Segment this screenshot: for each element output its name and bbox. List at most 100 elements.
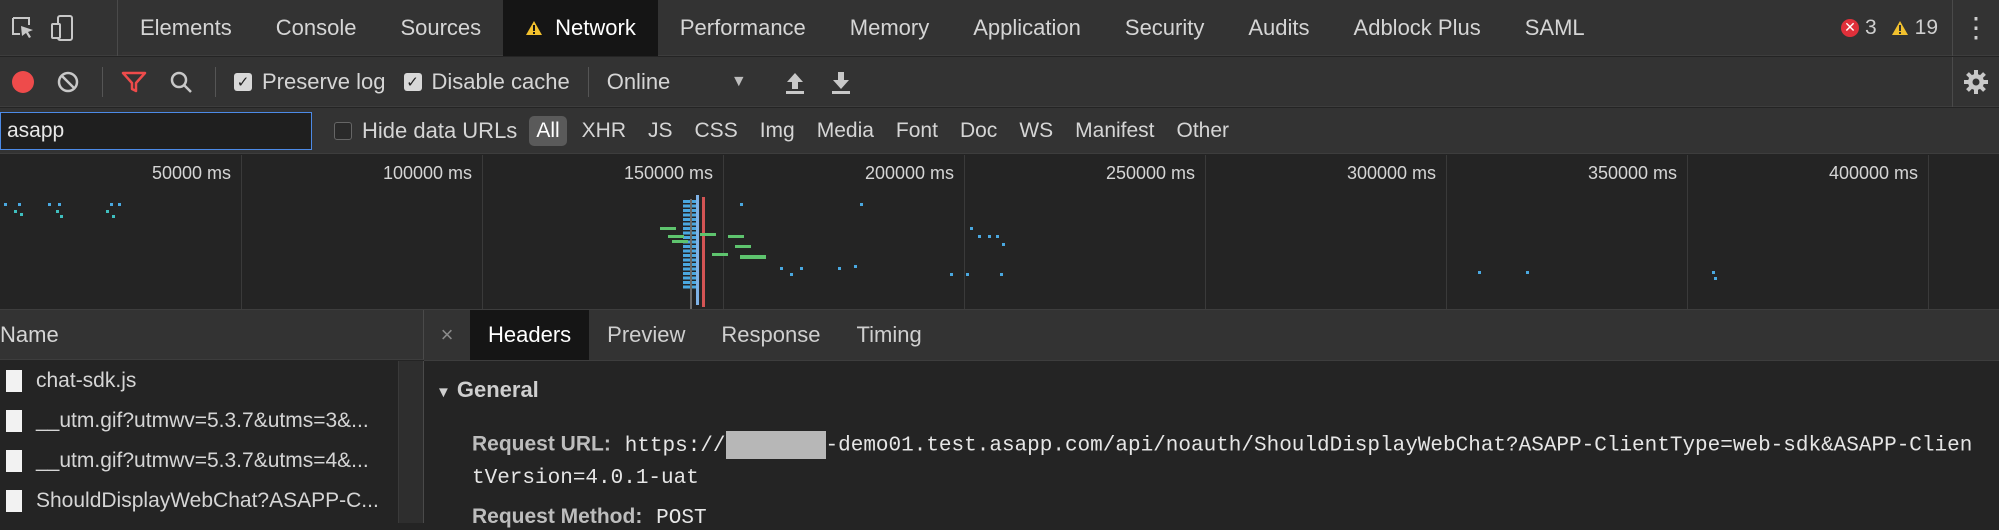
request-url-label: Request URL: [472, 432, 611, 456]
tab-console[interactable]: Console [254, 0, 379, 56]
tab-performance[interactable]: Performance [658, 0, 828, 56]
overview-request-mark [854, 265, 857, 268]
overview-time-label: 300000 ms [1346, 163, 1436, 183]
overview-request-mark [996, 235, 999, 238]
request-list-scrollbar[interactable] [398, 361, 423, 523]
tab-label: Application [973, 14, 1081, 40]
tab-elements[interactable]: Elements [118, 0, 254, 56]
overview-request-mark [988, 235, 991, 238]
filter-icon[interactable] [121, 70, 147, 94]
tab-audits[interactable]: Audits [1226, 0, 1331, 56]
detail-tab-bar: × Headers Preview Response Timing [424, 310, 1999, 361]
filter-type-ws[interactable]: WS [1012, 116, 1060, 146]
tab-label: Network [555, 14, 636, 40]
network-overview[interactable]: 50000 ms 100000 ms 150000 ms 200000 ms 25000… [0, 155, 1999, 310]
table-row[interactable]: chat-sdk.js [0, 361, 423, 401]
overview-request-mark [838, 267, 841, 270]
tab-network[interactable]: Network [503, 0, 658, 56]
caret-down-icon: ▼ [730, 72, 747, 90]
error-count: 3 [1864, 15, 1877, 39]
tab-adblock-plus[interactable]: Adblock Plus [1332, 0, 1503, 56]
overview-request-mark [696, 195, 699, 305]
tab-label: Adblock Plus [1353, 14, 1481, 40]
overview-request-mark [780, 267, 783, 270]
table-row[interactable]: __utm.gif?utmwv=5.3.7&utms=3&... [0, 401, 423, 441]
inspect-element-icon[interactable] [10, 15, 36, 41]
request-method-value: POST [656, 507, 707, 530]
request-name: chat-sdk.js [36, 369, 137, 392]
overview-request-mark [20, 213, 23, 216]
issue-counts[interactable]: ✕ 3 19 [1840, 15, 1938, 40]
filter-input[interactable] [0, 111, 312, 150]
overview-time-label: 250000 ms [1105, 163, 1195, 183]
device-toolbar-icon[interactable] [50, 14, 76, 42]
filter-type-all[interactable]: All [529, 115, 567, 146]
overview-time-label: 50000 ms [151, 163, 231, 183]
search-icon[interactable] [169, 70, 193, 94]
settings-gear-icon[interactable] [1952, 57, 1999, 107]
export-har-icon[interactable] [829, 69, 853, 95]
filter-type-manifest[interactable]: Manifest [1068, 116, 1161, 146]
overview-request-mark [1002, 243, 1005, 246]
overview-time-label: 200000 ms [864, 163, 954, 183]
overview-request-mark [110, 203, 113, 206]
preserve-log-label: Preserve log [262, 68, 386, 94]
tab-saml[interactable]: SAML [1503, 0, 1607, 56]
detail-tab-response[interactable]: Response [703, 310, 838, 360]
general-section-title: General [456, 377, 539, 402]
toolbar-divider [587, 66, 589, 97]
detail-tab-timing[interactable]: Timing [838, 310, 939, 360]
general-section-header[interactable]: ▼ General [436, 377, 539, 403]
filter-type-doc[interactable]: Doc [953, 116, 1004, 146]
overview-request-mark [740, 203, 743, 206]
devtools-tab-bar: Elements Console Sources Network Performance… [0, 0, 1999, 56]
more-options-icon[interactable]: ⋮ [1952, 0, 1999, 56]
overview-request-mark [1526, 271, 1529, 274]
hide-data-urls-checkbox[interactable] [334, 121, 352, 140]
filter-type-img[interactable]: Img [753, 116, 802, 146]
triangle-down-icon: ▼ [436, 384, 451, 401]
filter-type-js[interactable]: JS [641, 116, 680, 146]
overview-request-mark [712, 253, 728, 256]
table-row[interactable]: ShouldDisplayWebChat?ASAPP-C... [0, 481, 423, 521]
tab-security[interactable]: Security [1103, 0, 1226, 56]
disable-cache-label: Disable cache [431, 68, 570, 94]
overview-request-mark [978, 235, 981, 238]
filter-type-other[interactable]: Other [1170, 116, 1237, 146]
overview-request-mark [970, 227, 973, 230]
detail-tab-headers[interactable]: Headers [470, 310, 590, 360]
overview-request-mark [660, 227, 676, 230]
overview-request-mark [48, 203, 51, 206]
request-url-value-continued: tVersion=4.0.1-uat [472, 467, 699, 490]
overview-request-mark [14, 210, 17, 213]
tab-memory[interactable]: Memory [828, 0, 951, 56]
request-url-row: Request URL: https:// -demo01.test.asapp.… [472, 431, 1972, 459]
table-row[interactable]: __utm.gif?utmwv=5.3.7&utms=4&... [0, 441, 423, 481]
throttling-select[interactable]: Online ▼ [607, 69, 747, 95]
request-name: __utm.gif?utmwv=5.3.7&utms=3&... [36, 409, 369, 432]
filter-type-media[interactable]: Media [810, 116, 881, 146]
name-column-header[interactable]: Name [0, 310, 424, 360]
filter-type-font[interactable]: Font [889, 116, 945, 146]
overview-request-mark [1714, 277, 1717, 280]
warning-icon [1891, 20, 1908, 35]
headers-panel: ▼ General Request URL: https:// -demo01.te… [424, 361, 1999, 530]
request-method-row: Request Method: POST [472, 505, 707, 530]
overview-request-mark [112, 215, 115, 218]
overview-request-mark [672, 240, 688, 243]
clear-icon[interactable] [56, 70, 80, 94]
tab-sources[interactable]: Sources [378, 0, 503, 56]
request-name: ShouldDisplayWebChat?ASAPP-C... [36, 489, 379, 512]
filter-type-css[interactable]: CSS [688, 116, 745, 146]
detail-tab-preview[interactable]: Preview [589, 310, 703, 360]
overview-request-mark [60, 215, 63, 218]
record-button[interactable] [12, 70, 34, 93]
preserve-log-checkbox[interactable]: ✓ [234, 72, 252, 91]
disable-cache-checkbox[interactable]: ✓ [403, 72, 422, 91]
import-har-icon[interactable] [783, 69, 807, 95]
overview-time-label: 100000 ms [382, 163, 472, 183]
filter-type-xhr[interactable]: XHR [575, 116, 633, 146]
overview-request-mark [966, 273, 969, 276]
close-detail-icon[interactable]: × [424, 322, 470, 348]
tab-application[interactable]: Application [951, 0, 1103, 56]
